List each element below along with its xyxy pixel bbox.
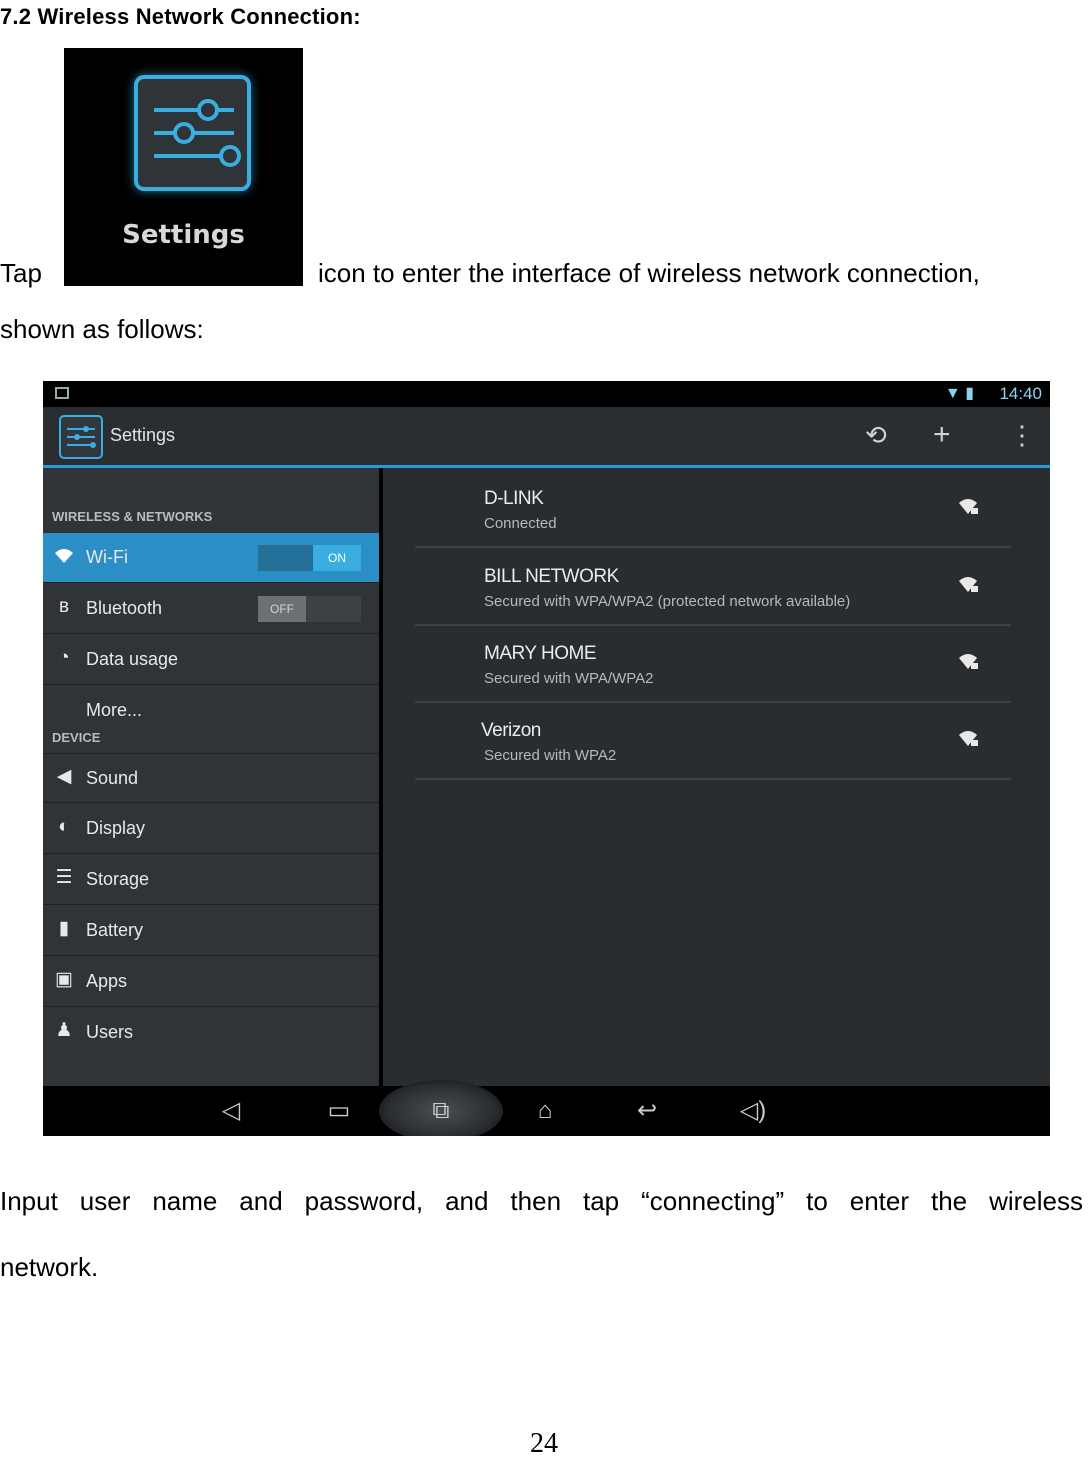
network-row-dlink[interactable]: D-LINK Connected <box>415 470 1011 548</box>
settings-badge-label: Settings <box>122 220 245 250</box>
network-name: D-LINK <box>484 488 544 509</box>
action-bar: Settings ⟲ + ⋮ <box>43 407 1050 468</box>
storage-icon: ☰ <box>55 867 73 888</box>
wifi-toggle[interactable]: ON <box>258 545 361 571</box>
network-row-mary[interactable]: MARY HOME Secured with WPA/WPA2 <box>415 625 1011 703</box>
action-bar-title: Settings <box>110 425 176 445</box>
status-bar: ▼ ▮ 14:40 <box>43 381 1050 407</box>
settings-sliders-icon <box>134 75 251 191</box>
apps-icon: ▣ <box>55 969 73 990</box>
sidebar-item-label: Battery <box>86 920 144 940</box>
network-status: Secured with WPA/WPA2 <box>484 670 654 687</box>
network-row-bill[interactable]: BILL NETWORK Secured with WPA/WPA2 (prot… <box>415 548 1011 626</box>
instruction-line2: network. <box>0 1252 99 1282</box>
sidebar-item-more[interactable]: More... <box>43 686 379 732</box>
network-name: Verizon <box>481 720 541 741</box>
sidebar-item-data-usage[interactable]: ◔ Data usage <box>43 635 379 685</box>
bluetooth-toggle[interactable]: OFF <box>258 596 361 622</box>
bluetooth-toggle-state: OFF <box>258 596 306 622</box>
status-time: 14:40 <box>999 384 1042 403</box>
sidebar-item-sound[interactable]: ◀ Sound <box>43 753 379 803</box>
screenshot-icon[interactable]: ⧉ <box>421 1096 461 1126</box>
navigation-bar: ◁ ▭ ⧉ ⌂ ↩ ◁) <box>43 1080 1050 1136</box>
sidebar-item-apps[interactable]: ▣ Apps <box>43 957 379 1007</box>
instruction-line1: Input user name and password, and then t… <box>0 1186 1083 1216</box>
wifi-toggle-state: ON <box>313 545 361 571</box>
sidebar-item-label: Sound <box>86 768 139 788</box>
network-status: Secured with WPA2 <box>484 747 617 764</box>
sidebar-item-label: Data usage <box>86 649 179 669</box>
sidebar-item-storage[interactable]: ☰ Storage <box>43 855 379 905</box>
data-usage-icon: ◔ <box>58 647 70 668</box>
device-screenshot: ▼ ▮ 14:40 Settings ⟲ + ⋮ WIRELESS & NETW… <box>43 381 1050 1136</box>
device-header: DEVICE <box>52 730 101 745</box>
sidebar-item-label: Display <box>86 818 146 838</box>
sidebar-item-display[interactable]: ◐ Display <box>43 804 379 854</box>
settings-sidebar: WIRELESS & NETWORKS Wi-Fi ON ʙ Bluetooth… <box>43 468 379 1086</box>
network-name: BILL NETWORK <box>484 566 619 587</box>
network-name: MARY HOME <box>484 643 597 664</box>
page-number: 24 <box>530 1428 558 1459</box>
sidebar-item-label: More... <box>86 700 143 720</box>
display-icon: ◐ <box>58 816 70 837</box>
wifi-lock-signal-icon <box>957 651 979 677</box>
intro-line2: shown as follows: <box>0 314 204 344</box>
users-icon: ♟ <box>55 1020 73 1041</box>
wps-icon[interactable]: ⟲ <box>865 417 887 453</box>
network-row-verizon[interactable]: Verizon Secured with WPA2 <box>415 702 1011 780</box>
back-icon[interactable]: ↩ <box>627 1096 667 1126</box>
wifi-lock-signal-icon <box>957 728 979 754</box>
sidebar-item-label: Users <box>86 1022 134 1042</box>
bluetooth-icon: ʙ <box>58 596 70 617</box>
add-network-icon[interactable]: + <box>933 417 951 453</box>
sidebar-item-wifi[interactable]: Wi-Fi ON <box>43 533 379 583</box>
section-heading: 7.2 Wireless Network Connection: <box>0 4 361 29</box>
overflow-menu-icon[interactable]: ⋮ <box>1009 417 1035 453</box>
volume-down-icon[interactable]: ◁ <box>211 1096 251 1126</box>
intro-after-text: icon to enter the interface of wireless … <box>318 258 980 288</box>
sidebar-item-label: Storage <box>86 869 150 889</box>
gallery-notification-icon <box>55 387 69 399</box>
settings-app-icon[interactable] <box>59 415 103 459</box>
network-status: Connected <box>484 515 557 532</box>
sidebar-item-users[interactable]: ♟ Users <box>43 1008 379 1058</box>
wifi-lock-signal-icon <box>957 574 979 600</box>
settings-app-icon-image: Settings <box>64 48 303 286</box>
wifi-lock-signal-icon <box>957 496 979 522</box>
home-icon[interactable]: ⌂ <box>525 1096 565 1126</box>
sidebar-item-label: Wi-Fi <box>86 547 128 567</box>
sidebar-item-bluetooth[interactable]: ʙ Bluetooth OFF <box>43 584 379 634</box>
wifi-battery-status-icon: ▼ ▮ <box>944 385 974 402</box>
network-status: Secured with WPA/WPA2 (protected network… <box>484 593 851 610</box>
intro-tap-text: Tap <box>0 258 42 288</box>
wifi-network-list: D-LINK Connected BILL NETWORK Secured wi… <box>383 468 1050 1086</box>
speaker-icon: ◀ <box>56 766 72 787</box>
wireless-networks-header: WIRELESS & NETWORKS <box>52 509 213 524</box>
volume-up-icon[interactable]: ◁) <box>733 1096 773 1126</box>
battery-icon: ▮ <box>58 918 70 939</box>
sidebar-item-label: Apps <box>86 971 128 991</box>
recent-apps-icon[interactable]: ▭ <box>319 1096 359 1126</box>
sidebar-item-label: Bluetooth <box>86 598 163 618</box>
wifi-icon <box>53 545 75 567</box>
sidebar-item-battery[interactable]: ▮ Battery <box>43 906 379 956</box>
